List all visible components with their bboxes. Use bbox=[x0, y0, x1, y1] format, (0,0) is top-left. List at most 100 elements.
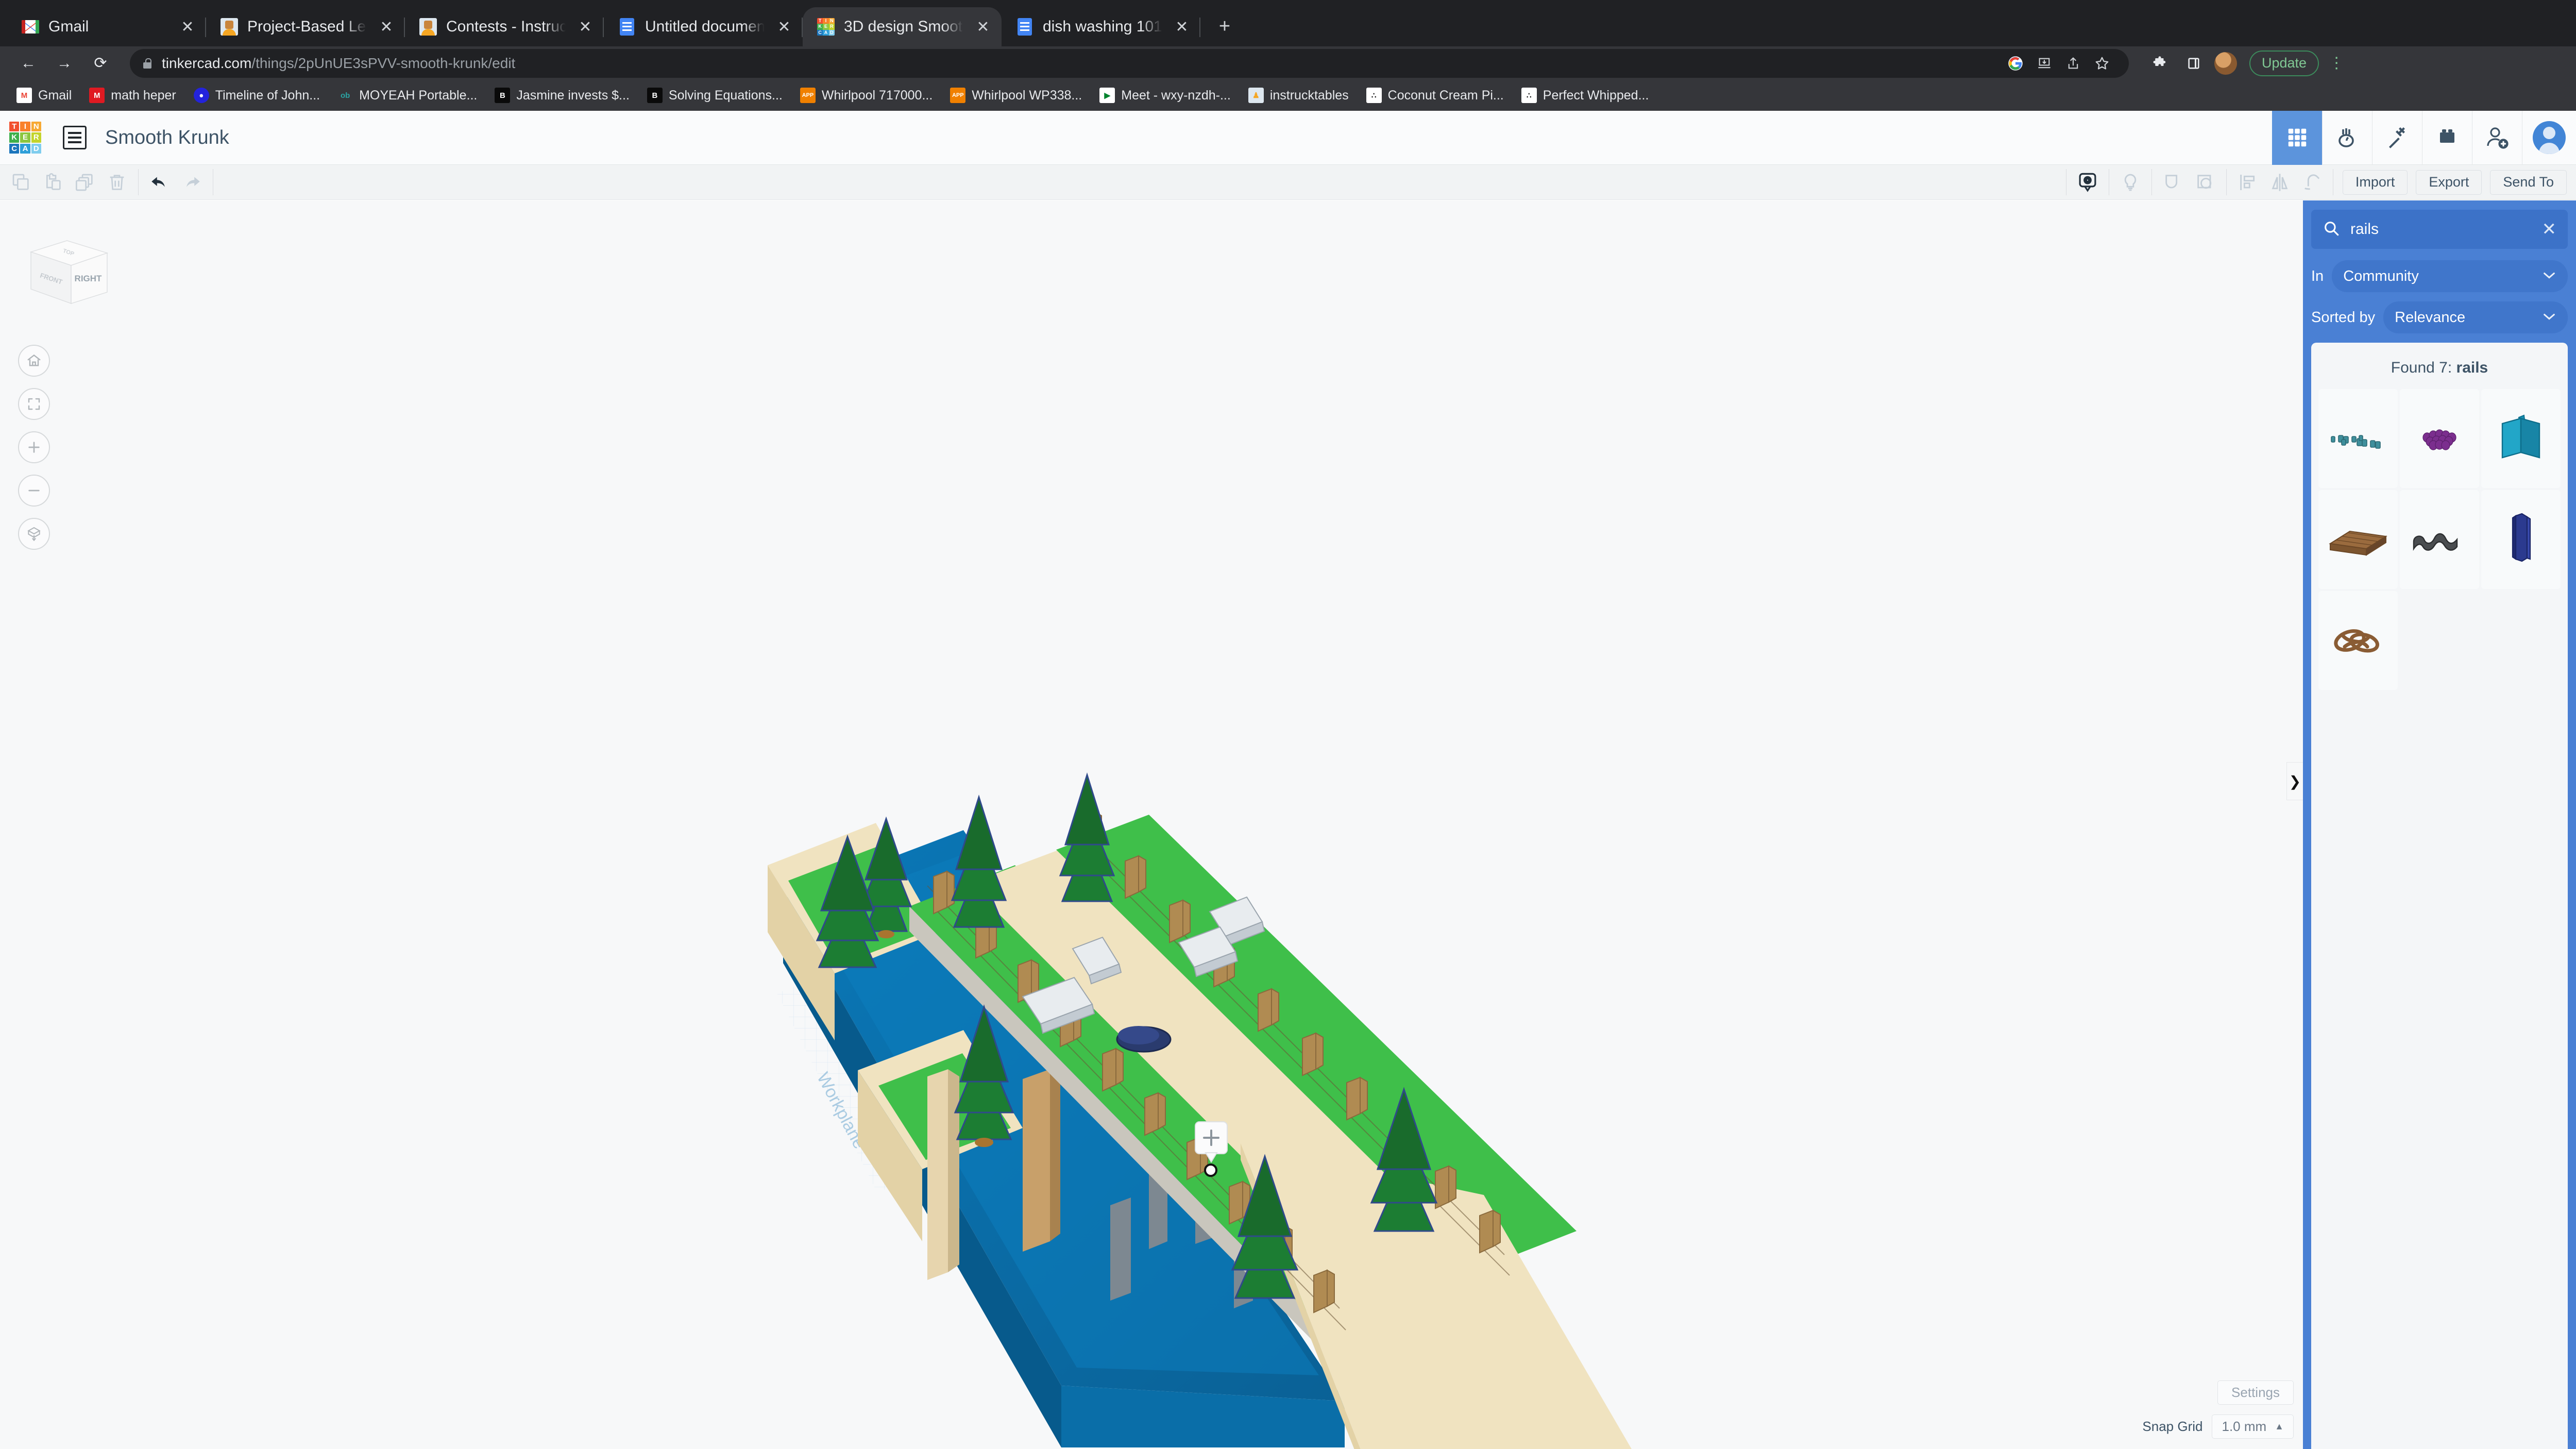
shape-tile[interactable] bbox=[2400, 389, 2479, 488]
bookmark-item[interactable]: BJasmine invests $... bbox=[487, 83, 637, 108]
tab-title: Untitled document - Google Do bbox=[645, 18, 765, 36]
stamp-hand-icon[interactable] bbox=[2322, 111, 2372, 165]
pickaxe-icon[interactable] bbox=[2372, 111, 2422, 165]
new-tab-button[interactable]: + bbox=[1208, 9, 1242, 43]
tab-close-button[interactable]: ✕ bbox=[375, 15, 398, 38]
search-input[interactable]: rails bbox=[2350, 221, 2532, 238]
header-actions bbox=[2272, 111, 2576, 165]
delete-icon[interactable] bbox=[101, 165, 133, 200]
bookmark-item[interactable]: APPWhirlpool 717000... bbox=[793, 83, 940, 108]
back-button[interactable]: ← bbox=[12, 47, 44, 79]
redo-icon[interactable] bbox=[176, 165, 208, 200]
user-avatar[interactable] bbox=[2522, 111, 2576, 165]
collapse-panel-button[interactable]: ❯ bbox=[2286, 762, 2303, 800]
side-panel-icon[interactable] bbox=[2180, 50, 2207, 77]
shapes-panel: ❯ rails ✕ In Community Sorted by Relevan… bbox=[2303, 200, 2576, 1449]
shape-tile[interactable] bbox=[2400, 490, 2479, 589]
add-person-icon[interactable] bbox=[2472, 111, 2522, 165]
tab-close-button[interactable]: ✕ bbox=[972, 15, 994, 38]
shape-tile[interactable] bbox=[2481, 490, 2561, 589]
shape-tile[interactable] bbox=[2318, 591, 2398, 690]
filter-in-select[interactable]: Community bbox=[2332, 260, 2568, 292]
bridge-3d-model[interactable]: Workplane bbox=[0, 200, 2303, 1449]
clear-search-icon[interactable]: ✕ bbox=[2542, 219, 2557, 240]
brick-icon[interactable] bbox=[2422, 111, 2472, 165]
page-title[interactable]: Smooth Krunk bbox=[105, 127, 229, 149]
app-header: TINKERCAD Smooth Krunk bbox=[0, 111, 2576, 165]
logo-tile-r: R bbox=[829, 24, 835, 29]
grid-view-icon[interactable] bbox=[2272, 111, 2322, 165]
url-domain: tinkercad.com bbox=[162, 55, 251, 71]
copy-icon[interactable] bbox=[5, 165, 37, 200]
mirror-icon[interactable] bbox=[2264, 165, 2296, 200]
list-menu-icon[interactable] bbox=[63, 126, 87, 149]
bookmark-label: Whirlpool WP338... bbox=[972, 88, 1082, 103]
ungroup-icon[interactable] bbox=[2189, 165, 2221, 200]
browser-menu-button[interactable]: ⋮ bbox=[2326, 54, 2347, 72]
logo-tile-n: N bbox=[31, 122, 41, 131]
shape-tile[interactable] bbox=[2481, 389, 2561, 488]
edit-toolbar: Import Export Send To bbox=[0, 165, 2576, 200]
align-icon[interactable] bbox=[2232, 165, 2264, 200]
logo-tile-e: E bbox=[20, 132, 30, 142]
address-bar[interactable]: tinkercad.com/things/2pUnUE3sPVV-smooth-… bbox=[130, 49, 2129, 78]
reload-button[interactable]: ⟳ bbox=[84, 47, 116, 79]
bookmark-item[interactable]: ●Timeline of John... bbox=[187, 83, 327, 108]
browser-tab[interactable]: Untitled document - Google Do ✕ bbox=[604, 7, 803, 46]
undo-icon[interactable] bbox=[144, 165, 176, 200]
magnet-icon[interactable] bbox=[2296, 165, 2328, 200]
import-button[interactable]: Import bbox=[2343, 170, 2408, 195]
browser-tab[interactable]: dish washing 101 - Google Doc ✕ bbox=[1002, 7, 1200, 46]
shape-grid bbox=[2318, 389, 2561, 690]
moyeah-icon: ob bbox=[337, 88, 353, 103]
tab-close-button[interactable]: ✕ bbox=[1171, 15, 1193, 38]
tab-close-button[interactable]: ✕ bbox=[574, 15, 597, 38]
forward-button[interactable]: → bbox=[48, 47, 80, 79]
send-to-button[interactable]: Send To bbox=[2490, 170, 2567, 195]
bookmark-item[interactable]: APPWhirlpool WP338... bbox=[943, 83, 1089, 108]
logo-tile-a: A bbox=[20, 144, 30, 154]
bookmark-item[interactable]: ▶Meet - wxy-nzdh-... bbox=[1092, 83, 1238, 108]
bookmark-star-icon[interactable] bbox=[2089, 50, 2115, 77]
browser-tab[interactable]: Gmail ✕ bbox=[7, 7, 206, 46]
plate-settings-button[interactable]: Settings bbox=[2217, 1380, 2294, 1405]
share-icon[interactable] bbox=[2060, 50, 2087, 77]
snap-grid-value[interactable]: 1.0 mm ▲ bbox=[2212, 1414, 2294, 1439]
bookmark-label: Whirlpool 717000... bbox=[822, 88, 933, 103]
shape-tile[interactable] bbox=[2318, 389, 2398, 488]
install-icon[interactable] bbox=[2031, 50, 2058, 77]
bookmark-item[interactable]: BSolving Equations... bbox=[640, 83, 790, 108]
bookmark-item[interactable]: ∴Perfect Whipped... bbox=[1514, 83, 1656, 108]
workplane-icon[interactable] bbox=[2072, 165, 2104, 200]
tinkercad-logo[interactable]: TINKERCAD bbox=[9, 122, 41, 154]
extension-area: Update ⋮ bbox=[2138, 50, 2347, 77]
history-group bbox=[139, 165, 213, 199]
shape-search-field[interactable]: rails ✕ bbox=[2311, 210, 2568, 249]
snap-grid-label: Snap Grid bbox=[2142, 1419, 2202, 1435]
paste-icon[interactable] bbox=[37, 165, 69, 200]
browser-profile-avatar[interactable] bbox=[2214, 52, 2237, 75]
bookmark-item[interactable]: ♟instrucktables bbox=[1241, 83, 1356, 108]
browser-tab[interactable]: Contests - Instructables ✕ bbox=[405, 7, 604, 46]
browser-tab[interactable]: Project-Based Learning Contes ✕ bbox=[206, 7, 405, 46]
filter-sort-select[interactable]: Relevance bbox=[2383, 301, 2568, 333]
bookmark-item[interactable]: obMOYEAH Portable... bbox=[330, 83, 484, 108]
bookmark-item[interactable]: Mmath heper bbox=[82, 83, 183, 108]
google-icon[interactable] bbox=[2002, 50, 2029, 77]
group-icon[interactable] bbox=[2157, 165, 2189, 200]
update-button[interactable]: Update bbox=[2249, 50, 2319, 76]
duplicate-icon[interactable] bbox=[69, 165, 101, 200]
design-canvas[interactable]: RIGHT FRONT TOP bbox=[0, 200, 2303, 1449]
navy-column-shape bbox=[2500, 509, 2541, 570]
shape-tile[interactable] bbox=[2318, 490, 2398, 589]
bookmark-item[interactable]: MGmail bbox=[9, 83, 79, 108]
caret-up-icon: ▲ bbox=[2275, 1421, 2284, 1432]
instructables-icon bbox=[418, 17, 438, 37]
browser-tab-active[interactable]: TINKERCAD 3D design Smooth Krunk | Tink … bbox=[803, 7, 1002, 46]
puzzle-piece-icon[interactable] bbox=[2146, 50, 2173, 77]
bookmark-item[interactable]: ∴Coconut Cream Pi... bbox=[1359, 83, 1511, 108]
tab-close-button[interactable]: ✕ bbox=[773, 15, 795, 38]
note-light-icon[interactable] bbox=[2114, 165, 2146, 200]
export-button[interactable]: Export bbox=[2416, 170, 2482, 195]
tab-close-button[interactable]: ✕ bbox=[176, 15, 199, 38]
